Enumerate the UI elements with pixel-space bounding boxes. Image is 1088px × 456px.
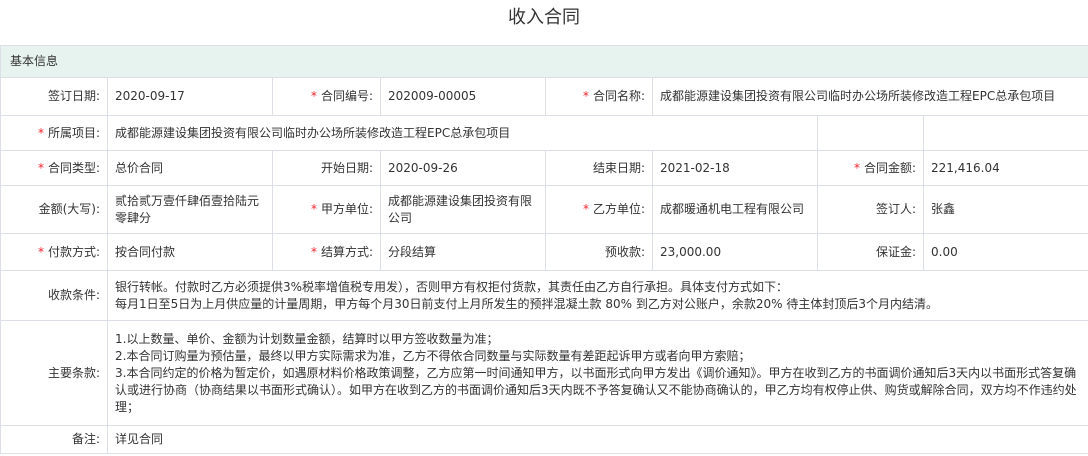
required-mark: * bbox=[310, 244, 317, 259]
required-mark: * bbox=[582, 202, 589, 216]
form-row: * 所属项目: 成都能源建设集团投资有限公司临时办公场所装修改造工程EPC总承包项… bbox=[0, 115, 1088, 151]
project-value: 成都能源建设集团投资有限公司临时办公场所装修改造工程EPC总承包项目 bbox=[107, 115, 818, 151]
form-row: *金额(大写): 贰拾贰万壹仟肆佰壹拾陆元零肆分 *甲方单位: 成都能源建设集团… bbox=[0, 185, 1088, 234]
amount-in-words-value: 贰拾贰万壹仟肆佰壹拾陆元零肆分 bbox=[107, 185, 273, 234]
sign-date-value: 2020-09-17 bbox=[107, 77, 273, 116]
main-terms-line: 2.本合同订购量为预估量，最终以甲方实际需求为准，乙方不得依合同数量与实际数量有… bbox=[115, 348, 751, 363]
signer-value: 张鑫 bbox=[922, 185, 1088, 234]
deposit-label: 保证金: bbox=[875, 244, 916, 259]
end-date-label: 结束日期: bbox=[592, 160, 645, 175]
remarks-label: 备注: bbox=[71, 432, 100, 446]
empty-value-cell bbox=[922, 115, 1088, 151]
party-b-label-cell: * 乙方单位: bbox=[545, 185, 653, 234]
project-label-cell: * 所属项目: bbox=[0, 115, 108, 151]
deposit-label-cell: *保证金: bbox=[817, 233, 924, 271]
start-date-value: 2020-09-26 bbox=[380, 150, 546, 186]
amount-in-words-label: 金额(大写): bbox=[38, 202, 100, 216]
contract-type-label-cell: * 合同类型: bbox=[0, 150, 108, 186]
section-header-row: 基本信息 bbox=[0, 45, 1088, 78]
form-row: *收款条件: 银行转帐。付款时乙方必须提供3%税率增值税专用发），否则甲方有权拒… bbox=[0, 270, 1088, 321]
collection-terms-label: 收款条件: bbox=[47, 288, 100, 302]
party-b-value: 成都暖通机电工程有限公司 bbox=[652, 185, 818, 234]
collection-terms-label-cell: *收款条件: bbox=[0, 270, 108, 321]
required-mark: * bbox=[37, 244, 44, 259]
required-mark: * bbox=[582, 89, 589, 103]
payment-method-label-cell: * 付款方式: bbox=[0, 233, 108, 271]
start-date-label-cell: *开始日期: bbox=[272, 150, 381, 186]
main-terms-label-cell: *主要条款: bbox=[0, 320, 108, 426]
sign-date-label: 签订日期: bbox=[47, 89, 100, 103]
contract-name-label: 合同名称: bbox=[592, 89, 645, 103]
form-row: *付款方式: 按合同付款 *结算方式: 分段结算 *预收款: 23,000.00… bbox=[0, 233, 1088, 271]
contract-amount-label-cell: * 合同金额: bbox=[817, 150, 924, 186]
required-mark: * bbox=[310, 89, 317, 103]
contract-info-table: 基本信息 *签订日期: 2020-09-17 *合同编号: 202009-000… bbox=[0, 45, 1088, 454]
form-row: *主要条款: 1.以上数量、单价、金额为计划数量金额，结算时以甲方签收数量为准；… bbox=[0, 320, 1088, 426]
main-terms-value: 1.以上数量、单价、金额为计划数量金额，结算时以甲方签收数量为准； 2.本合同订… bbox=[106, 320, 1088, 426]
settlement-method-value: 分段结算 bbox=[380, 233, 546, 271]
main-terms-line: 1.以上数量、单价、金额为计划数量金额，结算时以甲方签收数量为准； bbox=[115, 331, 499, 346]
contract-type-label: 合同类型: bbox=[47, 160, 100, 175]
required-mark: * bbox=[310, 202, 317, 216]
advance-payment-value: 23,000.00 bbox=[652, 233, 818, 271]
party-a-label: 甲方单位: bbox=[320, 202, 373, 216]
required-mark: * bbox=[37, 125, 44, 140]
form-row: *签订日期: 2020-09-17 *合同编号: 202009-00005 *合… bbox=[0, 77, 1088, 116]
contract-no-label: 合同编号: bbox=[320, 89, 373, 103]
end-date-value: 2021-02-18 bbox=[652, 150, 818, 186]
advance-payment-label: 预收款: bbox=[604, 244, 645, 259]
settlement-method-label: 结算方式: bbox=[320, 244, 373, 259]
deposit-value: 0.00 bbox=[922, 233, 1088, 271]
start-date-label: 开始日期: bbox=[320, 160, 373, 175]
signer-label-cell: *签订人: bbox=[817, 185, 924, 234]
signer-label: 签订人: bbox=[875, 202, 916, 216]
payment-method-value: 按合同付款 bbox=[107, 233, 273, 271]
form-row: *备注: 详见合同 bbox=[0, 425, 1088, 454]
contract-no-value: 202009-00005 bbox=[380, 77, 546, 116]
party-a-value: 成都能源建设集团投资有限公司 bbox=[380, 185, 546, 234]
collection-terms-line: 每月1日至5日为上月供应量的计量周期，甲方每个月30日前支付上月所发生的预拌混凝… bbox=[115, 296, 938, 311]
collection-terms-line: 银行转帐。付款时乙方必须提供3%税率增值税专用发），否则甲方有权拒付货款，其责任… bbox=[115, 279, 789, 294]
payment-method-label: 付款方式: bbox=[47, 244, 100, 259]
party-b-label: 乙方单位: bbox=[592, 202, 645, 216]
collection-terms-value: 银行转帐。付款时乙方必须提供3%税率增值税专用发），否则甲方有权拒付货款，其责任… bbox=[106, 270, 1088, 321]
page-title: 收入合同 bbox=[508, 7, 580, 28]
form-row: *合同类型: 总价合同 *开始日期: 2020-09-26 *结束日期: 202… bbox=[0, 150, 1088, 186]
required-mark: * bbox=[37, 160, 44, 175]
main-terms-label: 主要条款: bbox=[47, 365, 100, 380]
remarks-label-cell: *备注: bbox=[0, 425, 108, 454]
party-a-label-cell: * 甲方单位: bbox=[272, 185, 381, 234]
end-date-label-cell: *结束日期: bbox=[545, 150, 653, 186]
main-terms-line: 3.本合同约定的价格为暂定价，如遇原材料价格政策调整，乙方应第一时间通知甲方，以… bbox=[115, 365, 1077, 414]
settlement-method-label-cell: * 结算方式: bbox=[272, 233, 381, 271]
amount-in-words-label-cell: *金额(大写): bbox=[0, 185, 108, 234]
required-mark: * bbox=[853, 160, 860, 175]
contract-no-label-cell: * 合同编号: bbox=[272, 77, 381, 116]
empty-label-cell bbox=[817, 115, 924, 151]
contract-name-label-cell: * 合同名称: bbox=[545, 77, 653, 116]
advance-payment-label-cell: *预收款: bbox=[545, 233, 653, 271]
contract-amount-value: 221,416.04 bbox=[922, 150, 1088, 186]
remarks-value: 详见合同 bbox=[106, 425, 1088, 454]
section-header-basic-info: 基本信息 bbox=[0, 45, 1088, 78]
contract-name-value: 成都能源建设集团投资有限公司临时办公场所装修改造工程EPC总承包项目 bbox=[651, 77, 1088, 116]
sign-date-label-cell: *签订日期: bbox=[0, 77, 108, 116]
section-title: 基本信息 bbox=[10, 54, 59, 68]
contract-type-value: 总价合同 bbox=[107, 150, 273, 186]
contract-detail-page: 收入合同 基本信息 *签订日期: 2020-09-17 *合同编号: 20200… bbox=[0, 0, 1088, 456]
project-label: 所属项目: bbox=[47, 125, 100, 140]
contract-amount-label: 合同金额: bbox=[863, 160, 916, 175]
